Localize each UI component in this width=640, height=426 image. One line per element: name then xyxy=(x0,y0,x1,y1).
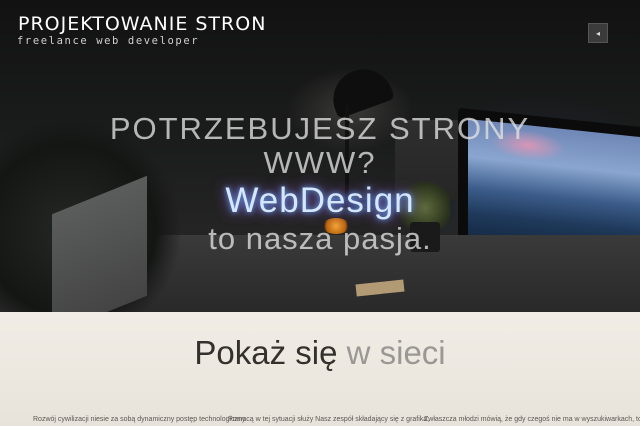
hero-brand-text: WebDesign xyxy=(225,181,415,220)
site-title[interactable]: PROJEKTOWANIE STRON xyxy=(18,13,266,35)
menu-toggle-icon: ◂ xyxy=(595,28,600,38)
section-heading-light: w sieci xyxy=(346,334,446,371)
hero-section: PROJEKTOWANIE STRON freelance web develo… xyxy=(0,0,640,312)
content-section: Pokaż się w sieci Rozwój cywilizacji nie… xyxy=(0,312,640,426)
section-heading-strong: Pokaż się xyxy=(194,334,338,371)
hero-line-1: POTRZEBUJESZ STRONY xyxy=(109,111,531,146)
hero-line-2: WWW? xyxy=(263,145,377,180)
section-heading: Pokaż się w sieci xyxy=(0,334,640,372)
site-subtitle: freelance web developer xyxy=(17,35,200,47)
menu-button[interactable]: ◂ xyxy=(588,23,608,43)
content-column-1: Rozwój cywilizacji niesie za sobą dynami… xyxy=(33,416,247,423)
hero-headline: POTRZEBUJESZ STRONY WWW? WebDesign to na… xyxy=(0,112,640,256)
content-column-3: Zwłaszcza młodzi mówią, że gdy czegoś ni… xyxy=(424,416,640,423)
hero-line-4: to nasza pasja. xyxy=(208,221,432,256)
content-column-2: Pomocą w tej sytuacji służy Nasz zespół … xyxy=(228,416,430,423)
